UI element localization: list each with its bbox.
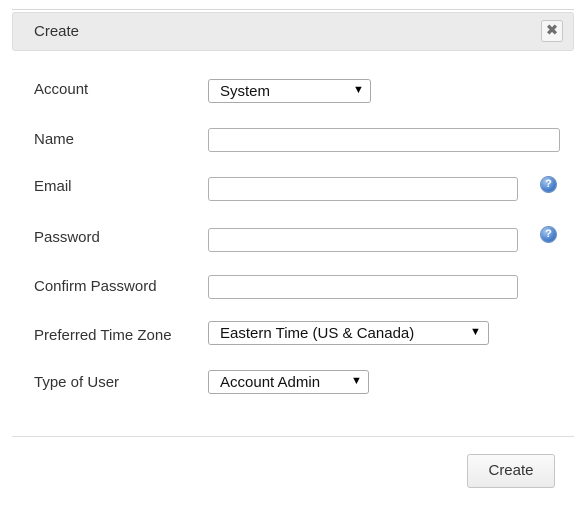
time-zone-select-value: Eastern Time (US & Canada) [220, 325, 415, 342]
email-help-icon[interactable]: ? [541, 177, 556, 192]
dropdown-arrow-icon: ▼ [470, 326, 481, 338]
create-button[interactable]: Create [467, 454, 555, 488]
password-label: Password [34, 229, 100, 246]
help-symbol: ? [545, 178, 552, 190]
user-type-select[interactable]: Account Admin ▼ [208, 370, 369, 394]
confirm-password-field[interactable] [208, 275, 518, 299]
create-dialog: Create ✖ Account System ▼ Name Email ? P… [0, 0, 574, 506]
footer-divider [12, 436, 574, 437]
account-select-value: System [220, 83, 271, 100]
user-type-select-value: Account Admin [220, 374, 321, 391]
account-select[interactable]: System ▼ [208, 79, 371, 103]
confirm-password-label: Confirm Password [34, 278, 157, 295]
email-field[interactable] [208, 177, 518, 201]
dialog-title: Create [34, 23, 80, 40]
top-divider [12, 9, 574, 10]
name-field[interactable] [208, 128, 560, 152]
help-symbol: ? [545, 228, 552, 240]
close-button[interactable]: ✖ [541, 20, 563, 42]
close-icon: ✖ [545, 22, 559, 39]
dropdown-arrow-icon: ▼ [353, 84, 364, 96]
account-label: Account [34, 81, 89, 98]
time-zone-select[interactable]: Eastern Time (US & Canada) ▼ [208, 321, 489, 345]
dropdown-arrow-icon: ▼ [351, 375, 362, 387]
dialog-titlebar: Create ✖ [12, 12, 574, 51]
user-type-label: Type of User [34, 374, 120, 391]
password-help-icon[interactable]: ? [541, 227, 556, 242]
password-field[interactable] [208, 228, 518, 252]
email-label: Email [34, 178, 72, 195]
name-label: Name [34, 131, 75, 148]
time-zone-label: Preferred Time Zone [34, 327, 172, 344]
